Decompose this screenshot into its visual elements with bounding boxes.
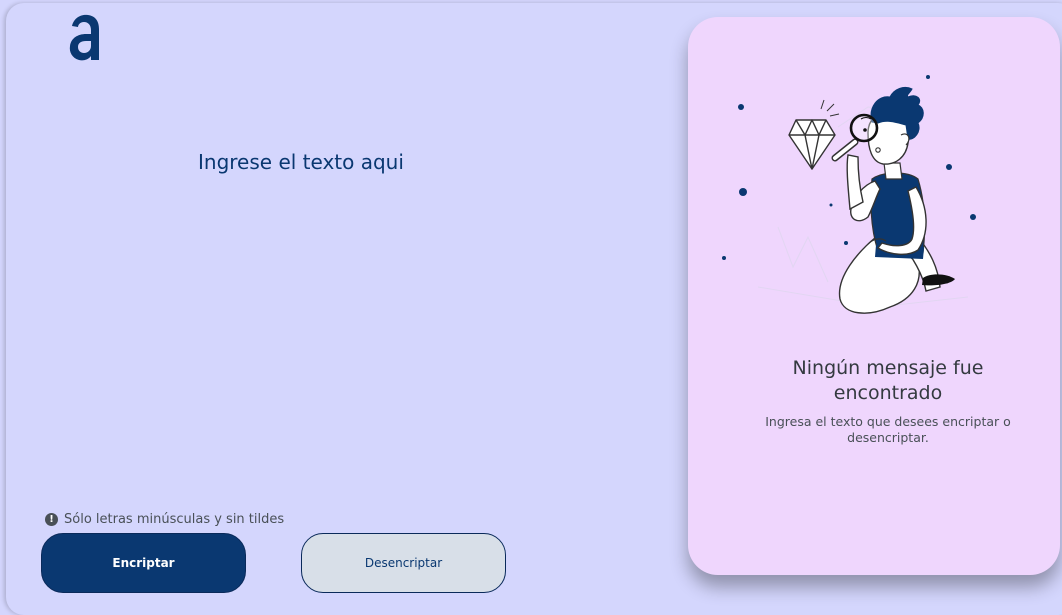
person-with-magnifier-illustration xyxy=(722,75,976,314)
decrypt-button[interactable]: Desencriptar xyxy=(301,533,506,593)
encrypt-button[interactable]: Encriptar xyxy=(41,533,246,593)
hint-text: Sólo letras minúsculas y sin tildes xyxy=(64,512,285,527)
result-description: Ingresa el texto que desees encriptar o … xyxy=(765,414,1011,445)
text-input-area[interactable] xyxy=(156,133,606,473)
result-title: Ningún mensaje fue encontrado xyxy=(792,357,984,404)
diamond-icon xyxy=(788,119,836,170)
alura-logo-icon xyxy=(69,14,99,61)
app-container: ! Sólo letras minúsculas y sin tildes En… xyxy=(6,3,1062,615)
input-hint: ! Sólo letras minúsculas y sin tildes xyxy=(45,512,284,527)
exclamation-circle-icon: ! xyxy=(45,513,58,526)
text-input[interactable] xyxy=(156,133,606,473)
result-panel: Ningún mensaje fue encontrado Ingresa el… xyxy=(688,17,1060,575)
